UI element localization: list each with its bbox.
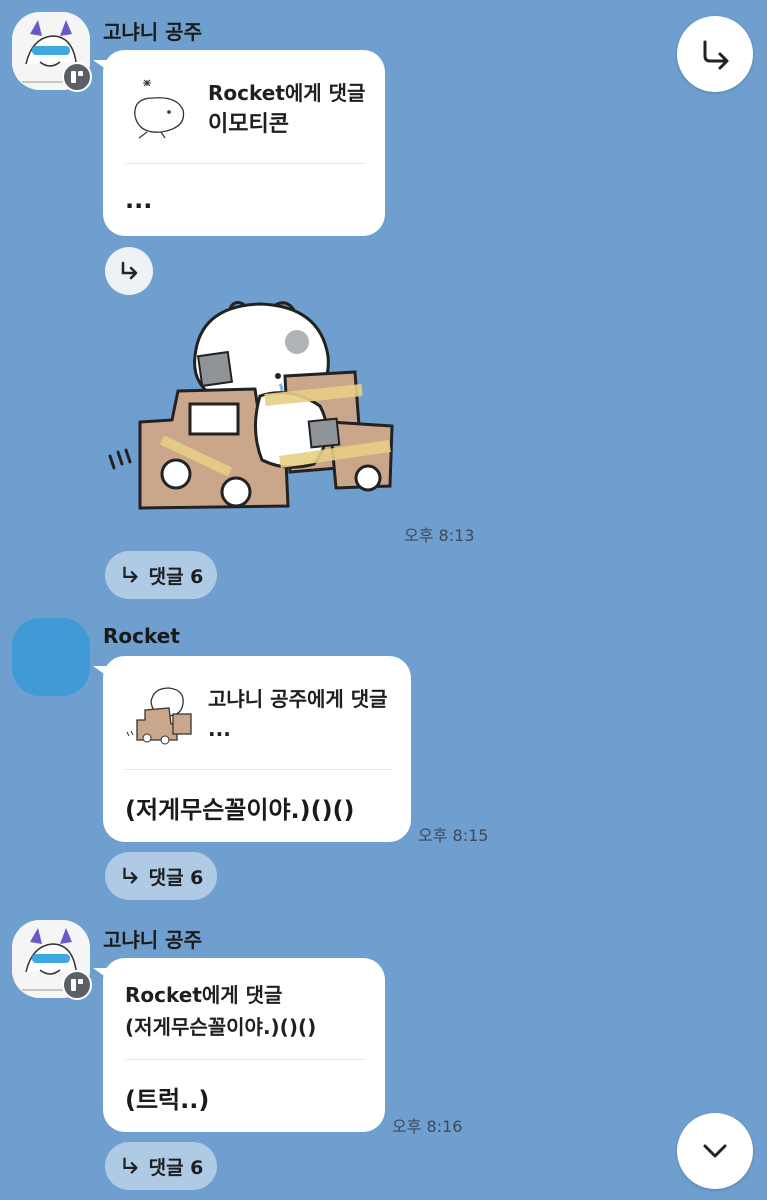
sender-name: 고냐니 공주 (103, 928, 202, 952)
profile-badge-icon (62, 62, 92, 92)
reply-arrow-icon (121, 261, 138, 280)
reply-preview: (저게무슨꼴이야.)()() (125, 1015, 317, 1039)
message-time: 오후 8:16 (392, 1117, 463, 1136)
reply-arrow-icon (122, 566, 138, 583)
message-time: 오후 8:15 (418, 826, 489, 845)
sender-name: 고냐니 공주 (103, 20, 202, 44)
sender-name: Rocket (103, 624, 180, 648)
comment-count-label: 댓글 6 (148, 565, 204, 588)
comment-count-button[interactable]: 댓글 6 (105, 551, 217, 599)
reply-target: 고냐니 공주에게 댓글 (208, 687, 388, 711)
comment-count-button[interactable]: 댓글 6 (105, 1142, 217, 1190)
reply-button[interactable] (105, 247, 153, 295)
message-text: (저게무슨꼴이야.)()() (125, 796, 355, 824)
reply-target: Rocket에게 댓글 (208, 81, 366, 105)
comment-count-button[interactable]: 댓글 6 (105, 852, 217, 900)
message-text: (트럭..) (125, 1086, 210, 1114)
reply-preview: ... (208, 717, 231, 741)
message-bubble[interactable]: 고냐니 공주에게 댓글 ... (저게무슨꼴이야.)()() (93, 656, 411, 842)
message-bubble[interactable]: Rocket에게 댓글 (저게무슨꼴이야.)()() (트럭..) (93, 958, 385, 1132)
sticker-truck-image[interactable] (100, 296, 400, 516)
message-time: 오후 8:13 (404, 526, 475, 545)
reply-arrow-icon (122, 1157, 138, 1174)
message-text: ... (125, 186, 153, 214)
emoticon-thumbnail (134, 79, 185, 139)
bubble-divider (125, 1059, 365, 1060)
comment-count-label: 댓글 6 (148, 1156, 204, 1179)
chevron-down-icon (703, 1144, 727, 1158)
reply-arrow-icon (122, 867, 138, 884)
share-button[interactable] (677, 16, 753, 92)
comment-count-label: 댓글 6 (148, 866, 204, 889)
message-bubble[interactable]: Rocket에게 댓글 이모티콘 ... (93, 50, 385, 236)
reply-target: Rocket에게 댓글 (125, 983, 283, 1007)
profile-badge-icon (62, 970, 92, 1000)
bubble-divider (125, 769, 391, 770)
bubble-divider (125, 163, 365, 164)
scroll-down-button[interactable] (677, 1113, 753, 1189)
share-arrow-icon (703, 40, 729, 70)
sticker-thumbnail (126, 687, 192, 745)
reply-preview: 이모티콘 (208, 112, 289, 137)
avatar-rocket[interactable] (12, 618, 90, 696)
